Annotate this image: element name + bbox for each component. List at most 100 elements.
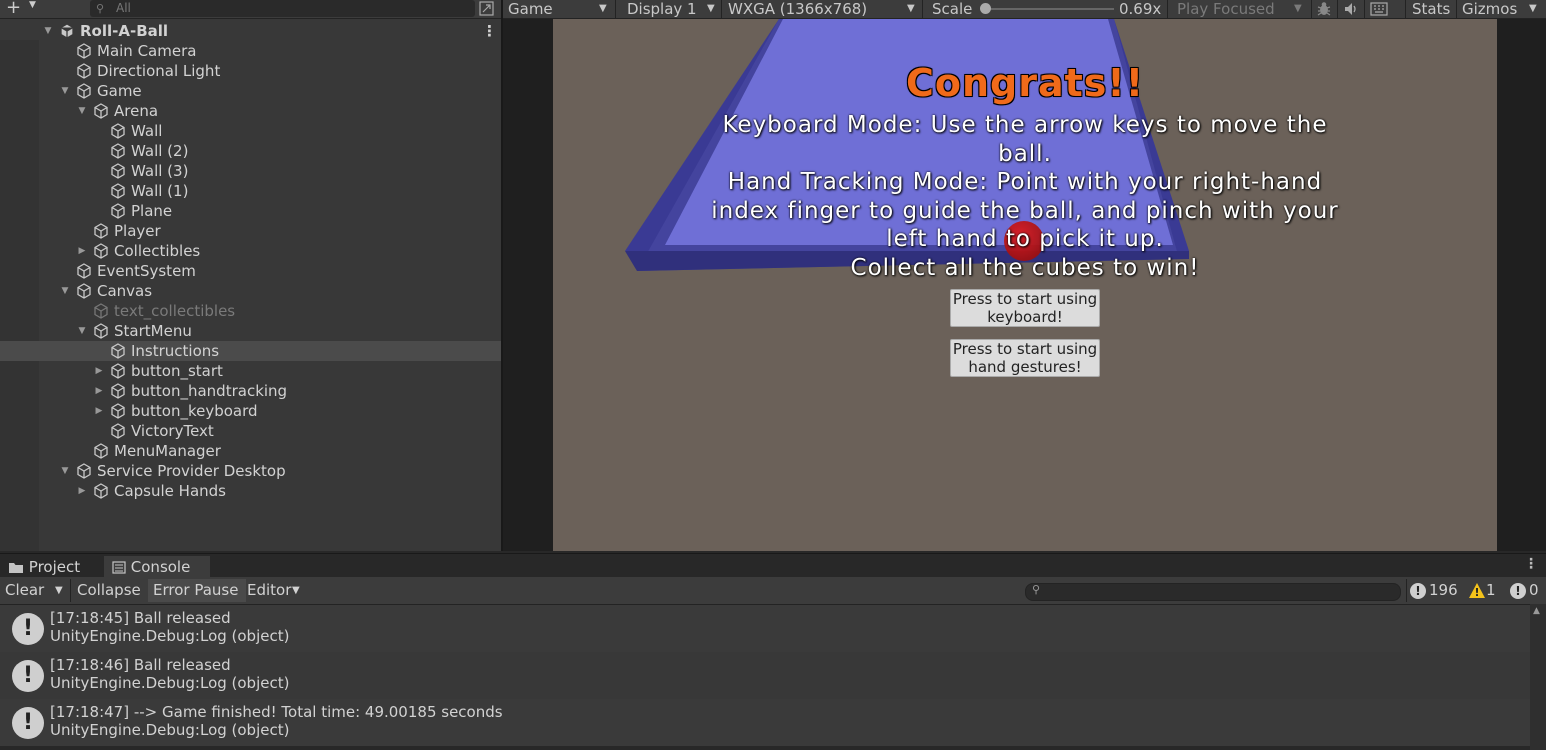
- console-search-input[interactable]: ⚲: [1025, 583, 1401, 601]
- hierarchy-row-label: Directional Light: [97, 62, 221, 80]
- divider: [1406, 579, 1407, 602]
- fold-open-icon[interactable]: ▼: [60, 281, 70, 301]
- hierarchy-row[interactable]: Wall (3): [0, 161, 501, 181]
- log-stacktrace: UnityEngine.Debug:Log (object): [50, 674, 290, 692]
- fold-closed-icon[interactable]: ▶: [94, 361, 104, 381]
- stats-button[interactable]: Stats: [1412, 0, 1450, 18]
- log-info-icon[interactable]: !: [1410, 583, 1426, 599]
- hierarchy-row[interactable]: ▶ button_start: [0, 361, 501, 381]
- button-label: Press to start using: [952, 340, 1098, 358]
- divider: [721, 0, 722, 18]
- audio-icon[interactable]: [1343, 1, 1359, 17]
- hierarchy-row[interactable]: ▶ button_handtracking: [0, 381, 501, 401]
- resolution-select[interactable]: WXGA (1366x768): [728, 0, 867, 18]
- divider: [615, 0, 616, 18]
- game-canvas[interactable]: Congrats!! Keyboard Mode: Use the arrow …: [553, 19, 1497, 551]
- search-icon: ⚲: [1032, 583, 1041, 596]
- fold-closed-icon[interactable]: ▶: [77, 241, 87, 261]
- hierarchy-row[interactable]: Main Camera: [0, 41, 501, 61]
- chevron-down-icon[interactable]: ▼: [1529, 0, 1537, 18]
- chevron-down-icon: ▼: [599, 3, 607, 14]
- hierarchy-row[interactable]: Wall: [0, 121, 501, 141]
- hierarchy-row[interactable]: Player: [0, 221, 501, 241]
- fold-open-icon[interactable]: ▼: [77, 101, 87, 121]
- add-button[interactable]: +: [6, 0, 21, 18]
- console-scrollbar[interactable]: ▲: [1530, 604, 1546, 750]
- hierarchy-row[interactable]: ▶ Collectibles: [0, 241, 501, 261]
- lock-view-icon[interactable]: [479, 1, 494, 16]
- hierarchy-row[interactable]: ▼ Roll-A-Ball ⋮: [0, 21, 501, 41]
- log-message: [17:18:47] --> Game finished! Total time…: [50, 703, 503, 721]
- hierarchy-row[interactable]: ▼ Service Provider Desktop: [0, 461, 501, 481]
- hierarchy-row[interactable]: ▶ button_keyboard: [0, 401, 501, 421]
- hierarchy-row[interactable]: ▼ Canvas: [0, 281, 501, 301]
- fold-open-icon[interactable]: ▼: [60, 81, 70, 101]
- instructions-line: index finger to guide the ball, and pinc…: [711, 197, 1339, 224]
- clear-button[interactable]: Clear: [0, 579, 49, 602]
- gameobject-cube-icon: [77, 63, 91, 79]
- fold-closed-icon[interactable]: ▶: [77, 481, 87, 501]
- view-select[interactable]: Game: [508, 0, 553, 18]
- fold-closed-icon[interactable]: ▶: [94, 381, 104, 401]
- fold-open-icon[interactable]: ▼: [77, 321, 87, 341]
- hierarchy-row[interactable]: Wall (2): [0, 141, 501, 161]
- hierarchy-row[interactable]: ▼ Arena: [0, 101, 501, 121]
- hierarchy-toolbar: + ▼ ⚲ All: [0, 0, 501, 19]
- hierarchy-row[interactable]: VictoryText: [0, 421, 501, 441]
- log-info-icon: !: [12, 613, 44, 645]
- console-log-entry[interactable]: ! [17:18:45] Ball released UnityEngine.Deb…: [0, 605, 1530, 652]
- instructions-line: left hand to pick it up.: [886, 226, 1164, 253]
- hierarchy-row[interactable]: Instructions: [0, 341, 501, 361]
- error-icon[interactable]: !: [1510, 583, 1526, 599]
- hierarchy-row[interactable]: MenuManager: [0, 441, 501, 461]
- fold-open-icon[interactable]: ▼: [43, 21, 53, 41]
- hierarchy-row[interactable]: Plane: [0, 201, 501, 221]
- keyboard-icon[interactable]: [1370, 2, 1388, 16]
- hierarchy-row[interactable]: text_collectibles: [0, 301, 501, 321]
- console-log-entry[interactable]: ! [17:18:47] --> Game finished! Total tim…: [0, 699, 1530, 746]
- start-hand-gestures-button[interactable]: Press to start using hand gestures!: [950, 339, 1100, 377]
- clear-options-chevron-down-icon[interactable]: ▼: [50, 579, 68, 602]
- add-dropdown-arrow-icon[interactable]: ▼: [29, 0, 36, 10]
- gameobject-cube-icon: [94, 443, 108, 459]
- hierarchy-row[interactable]: Directional Light: [0, 61, 501, 81]
- more-options-icon[interactable]: ⋮: [1524, 556, 1538, 572]
- hierarchy-row[interactable]: ▶ Capsule Hands: [0, 481, 501, 501]
- log-count[interactable]: 196: [1427, 579, 1460, 602]
- hierarchy-row[interactable]: ▼ StartMenu: [0, 321, 501, 341]
- play-mode-select[interactable]: Play Focused: [1177, 0, 1275, 18]
- gizmos-button[interactable]: Gizmos: [1462, 0, 1517, 18]
- warning-count[interactable]: 1: [1484, 579, 1498, 602]
- bug-icon[interactable]: [1316, 1, 1332, 17]
- hierarchy-search-input[interactable]: ⚲ All: [90, 0, 475, 17]
- scale-slider-track[interactable]: [986, 8, 1114, 10]
- error-count[interactable]: 0: [1527, 579, 1541, 602]
- scene-menu-icon[interactable]: ⋮: [482, 21, 497, 41]
- hierarchy-row-label: Capsule Hands: [114, 482, 226, 500]
- hierarchy-row-label: Wall (1): [131, 182, 189, 200]
- hierarchy-row[interactable]: EventSystem: [0, 261, 501, 281]
- tab-project[interactable]: Project: [0, 556, 88, 578]
- scroll-up-arrow-icon[interactable]: ▲: [1533, 606, 1540, 616]
- hierarchy-row-label: Arena: [114, 102, 159, 120]
- svg-text:!: !: [1474, 586, 1479, 599]
- search-icon: ⚲: [96, 2, 105, 15]
- button-label: Press to start using: [952, 290, 1098, 308]
- start-keyboard-button[interactable]: Press to start using keyboard!: [950, 289, 1100, 327]
- hierarchy-row[interactable]: ▼ Game: [0, 81, 501, 101]
- tab-console[interactable]: Console: [104, 556, 210, 578]
- fold-closed-icon[interactable]: ▶: [94, 401, 104, 421]
- log-message: [17:18:46] Ball released: [50, 656, 231, 674]
- chevron-down-icon: ▼: [707, 3, 715, 14]
- display-select[interactable]: Display 1: [627, 0, 697, 18]
- collapse-toggle[interactable]: Collapse: [72, 579, 146, 602]
- log-info-icon: !: [12, 660, 44, 692]
- hierarchy-row[interactable]: Wall (1): [0, 181, 501, 201]
- tab-label: Console: [130, 558, 191, 576]
- gameobject-cube-icon: [77, 263, 91, 279]
- scale-slider-handle[interactable]: [980, 3, 991, 14]
- console-log-entry[interactable]: ! [17:18:46] Ball released UnityEngine.Deb…: [0, 652, 1530, 699]
- fold-open-icon[interactable]: ▼: [60, 461, 70, 481]
- error-pause-toggle[interactable]: Error Pause: [148, 579, 246, 602]
- hierarchy-row-label: Plane: [131, 202, 173, 220]
